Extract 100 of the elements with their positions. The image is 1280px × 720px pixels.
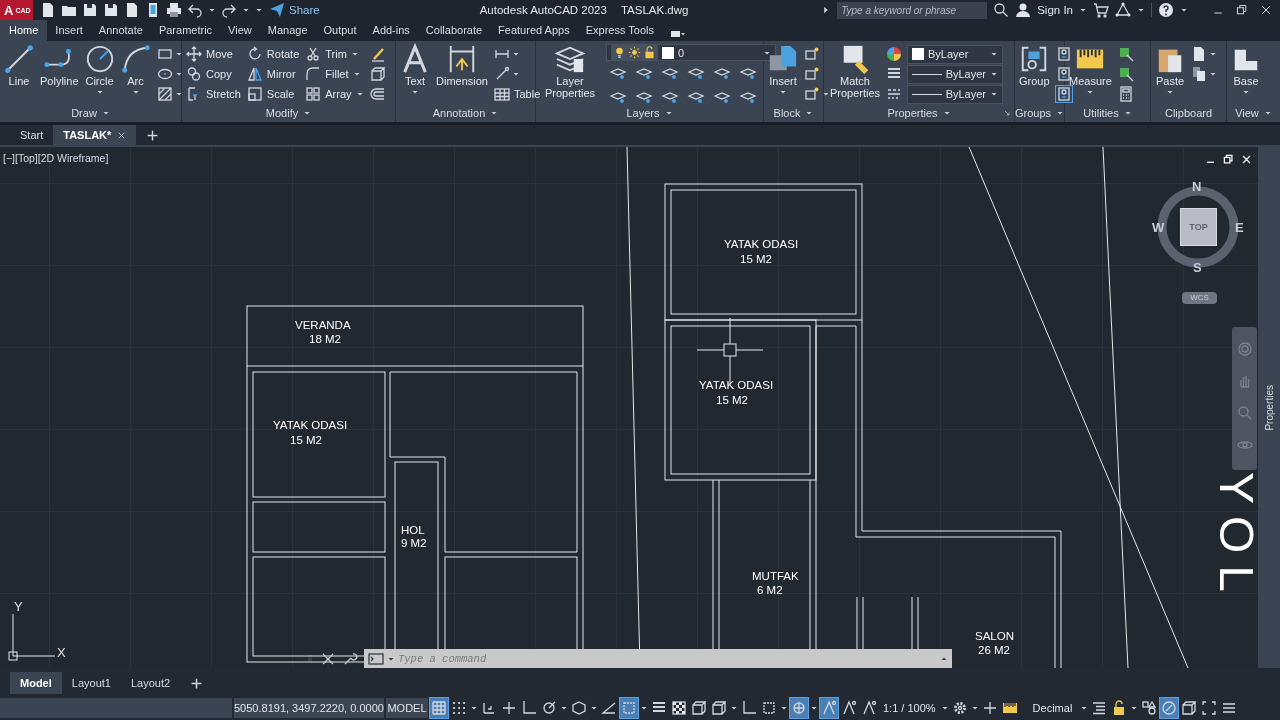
ribbon-tab[interactable]: Annotate (90, 20, 151, 41)
layer-icon[interactable] (636, 65, 652, 81)
rectangle-icon[interactable] (156, 46, 173, 62)
compass-letter[interactable]: E (1235, 220, 1244, 235)
caret-icon[interactable] (640, 704, 648, 712)
layer-icon[interactable] (688, 89, 704, 105)
selection-icon[interactable] (1117, 46, 1134, 62)
ribbon-tab[interactable]: Output (315, 20, 365, 41)
ribbon-tab[interactable]: Express Tools (577, 20, 662, 41)
ribbon-tab[interactable]: Featured Apps (490, 20, 578, 41)
panel-title[interactable]: Block (764, 104, 823, 122)
rotate-button[interactable]: Rotate (246, 44, 300, 64)
fullscreen-icon[interactable] (1200, 698, 1219, 718)
group-icon[interactable] (1055, 46, 1072, 62)
layer-dropdown[interactable]: 0 (606, 44, 776, 61)
pages-icon[interactable] (1191, 66, 1207, 82)
scissors-button[interactable]: Trim (305, 44, 364, 64)
file-tab[interactable]: Start (10, 125, 54, 145)
table-button[interactable]: Table (493, 84, 541, 104)
layer-icon[interactable] (662, 89, 678, 105)
dimension-button[interactable]: Dimension (436, 44, 488, 104)
polyline-button[interactable]: Polyline (40, 44, 79, 104)
caret-icon[interactable] (1079, 6, 1087, 14)
caret-icon[interactable] (208, 6, 216, 14)
cube-icon[interactable] (690, 698, 708, 718)
group-button[interactable]: Group (1019, 44, 1050, 104)
panel-title[interactable]: Annotation (396, 104, 535, 122)
caret-icon[interactable] (511, 50, 520, 58)
ribbon-tab[interactable]: Parametric (150, 20, 221, 41)
layer-icon[interactable] (610, 65, 626, 81)
caret-icon[interactable] (730, 704, 738, 712)
offset-icon[interactable] (369, 86, 386, 102)
command-input[interactable]: Type a command (398, 652, 937, 665)
caret-icon[interactable] (1080, 704, 1089, 712)
share-button[interactable]: Share (269, 2, 320, 18)
block-icon[interactable] (804, 66, 820, 82)
caret-icon[interactable] (1209, 50, 1217, 58)
layer-icon[interactable] (714, 89, 730, 105)
ruler-button[interactable]: Measure (1069, 44, 1112, 104)
caret-icon[interactable] (780, 704, 788, 712)
scale-button[interactable]: Scale (246, 84, 300, 104)
panel-title[interactable]: Utilities (1065, 104, 1150, 122)
caret-icon[interactable] (1180, 6, 1188, 14)
calculator-icon[interactable] (1117, 86, 1134, 102)
caret-icon[interactable] (1137, 6, 1145, 14)
clipboard-button[interactable]: Paste (1155, 44, 1185, 104)
layers-button[interactable]: Layer Properties (540, 44, 600, 104)
property-dropdown[interactable]: ByLayer (907, 84, 1003, 104)
panel-title[interactable]: Draw (0, 104, 181, 122)
panel-title[interactable]: Groups (1015, 104, 1064, 122)
layer-icon[interactable] (636, 89, 652, 105)
caret-icon[interactable] (940, 704, 949, 712)
cube-icon[interactable] (710, 698, 728, 718)
move-button[interactable]: Move (186, 44, 241, 64)
arc-button[interactable]: Arc (120, 44, 151, 104)
cart-icon[interactable] (1093, 2, 1109, 18)
caret-icon[interactable] (822, 90, 830, 98)
layout-tab[interactable]: Layout1 (61, 672, 121, 694)
caret-icon[interactable] (174, 70, 183, 78)
close-icon[interactable] (1260, 4, 1272, 16)
panel-title[interactable]: Clipboard (1151, 104, 1226, 122)
undo-icon[interactable] (187, 2, 203, 18)
caret-icon[interactable] (174, 50, 183, 58)
ribbon-tab[interactable]: Collaborate (417, 20, 491, 41)
panel-title[interactable]: View (1227, 104, 1280, 122)
triangle-icon[interactable] (1115, 2, 1131, 18)
layer-icon[interactable] (610, 89, 626, 105)
caret-icon[interactable] (511, 70, 520, 78)
compass-letter[interactable]: N (1192, 179, 1202, 194)
caret-icon[interactable] (810, 704, 818, 712)
layer-icon[interactable] (662, 65, 678, 81)
wrench-icon[interactable] (342, 650, 358, 667)
caret-icon[interactable] (590, 704, 598, 712)
ribbon-tab[interactable]: Add-ins (364, 20, 418, 41)
compass-letter[interactable]: S (1193, 260, 1202, 275)
plus-icon[interactable] (190, 677, 204, 690)
caret-icon[interactable] (560, 704, 568, 712)
caret-icon[interactable] (1209, 70, 1217, 78)
sign-in-link[interactable]: Sign In (1037, 4, 1073, 16)
group-icon[interactable] (1055, 66, 1072, 82)
page-icon[interactable] (1191, 46, 1207, 62)
caret-icon[interactable] (970, 704, 979, 712)
layer-icon[interactable] (740, 65, 756, 81)
layer-icon[interactable] (714, 65, 730, 81)
circle-button[interactable]: Circle (84, 44, 115, 104)
redo-icon[interactable] (221, 2, 237, 18)
panel-title[interactable]: Layers (536, 104, 763, 122)
search-field[interactable]: Type a keyword or phrase (837, 1, 988, 19)
ribbon-tab[interactable]: View (220, 20, 260, 41)
array-button[interactable]: Array (305, 84, 364, 104)
caret-icon[interactable] (470, 704, 478, 712)
ribbon-tab[interactable]: Insert (47, 20, 91, 41)
ribbon-tab[interactable]: Home (0, 20, 48, 41)
model-space-button[interactable]: MODEL (386, 698, 428, 718)
plus-icon[interactable] (146, 129, 160, 142)
terminal-icon[interactable] (368, 650, 384, 667)
base-view-button[interactable]: Base (1231, 44, 1261, 104)
viewport-controls-label[interactable]: [−][Top][2D Wireframe] (3, 152, 109, 164)
caret-icon[interactable] (174, 90, 183, 98)
panel-title[interactable]: Properties (824, 104, 1014, 122)
